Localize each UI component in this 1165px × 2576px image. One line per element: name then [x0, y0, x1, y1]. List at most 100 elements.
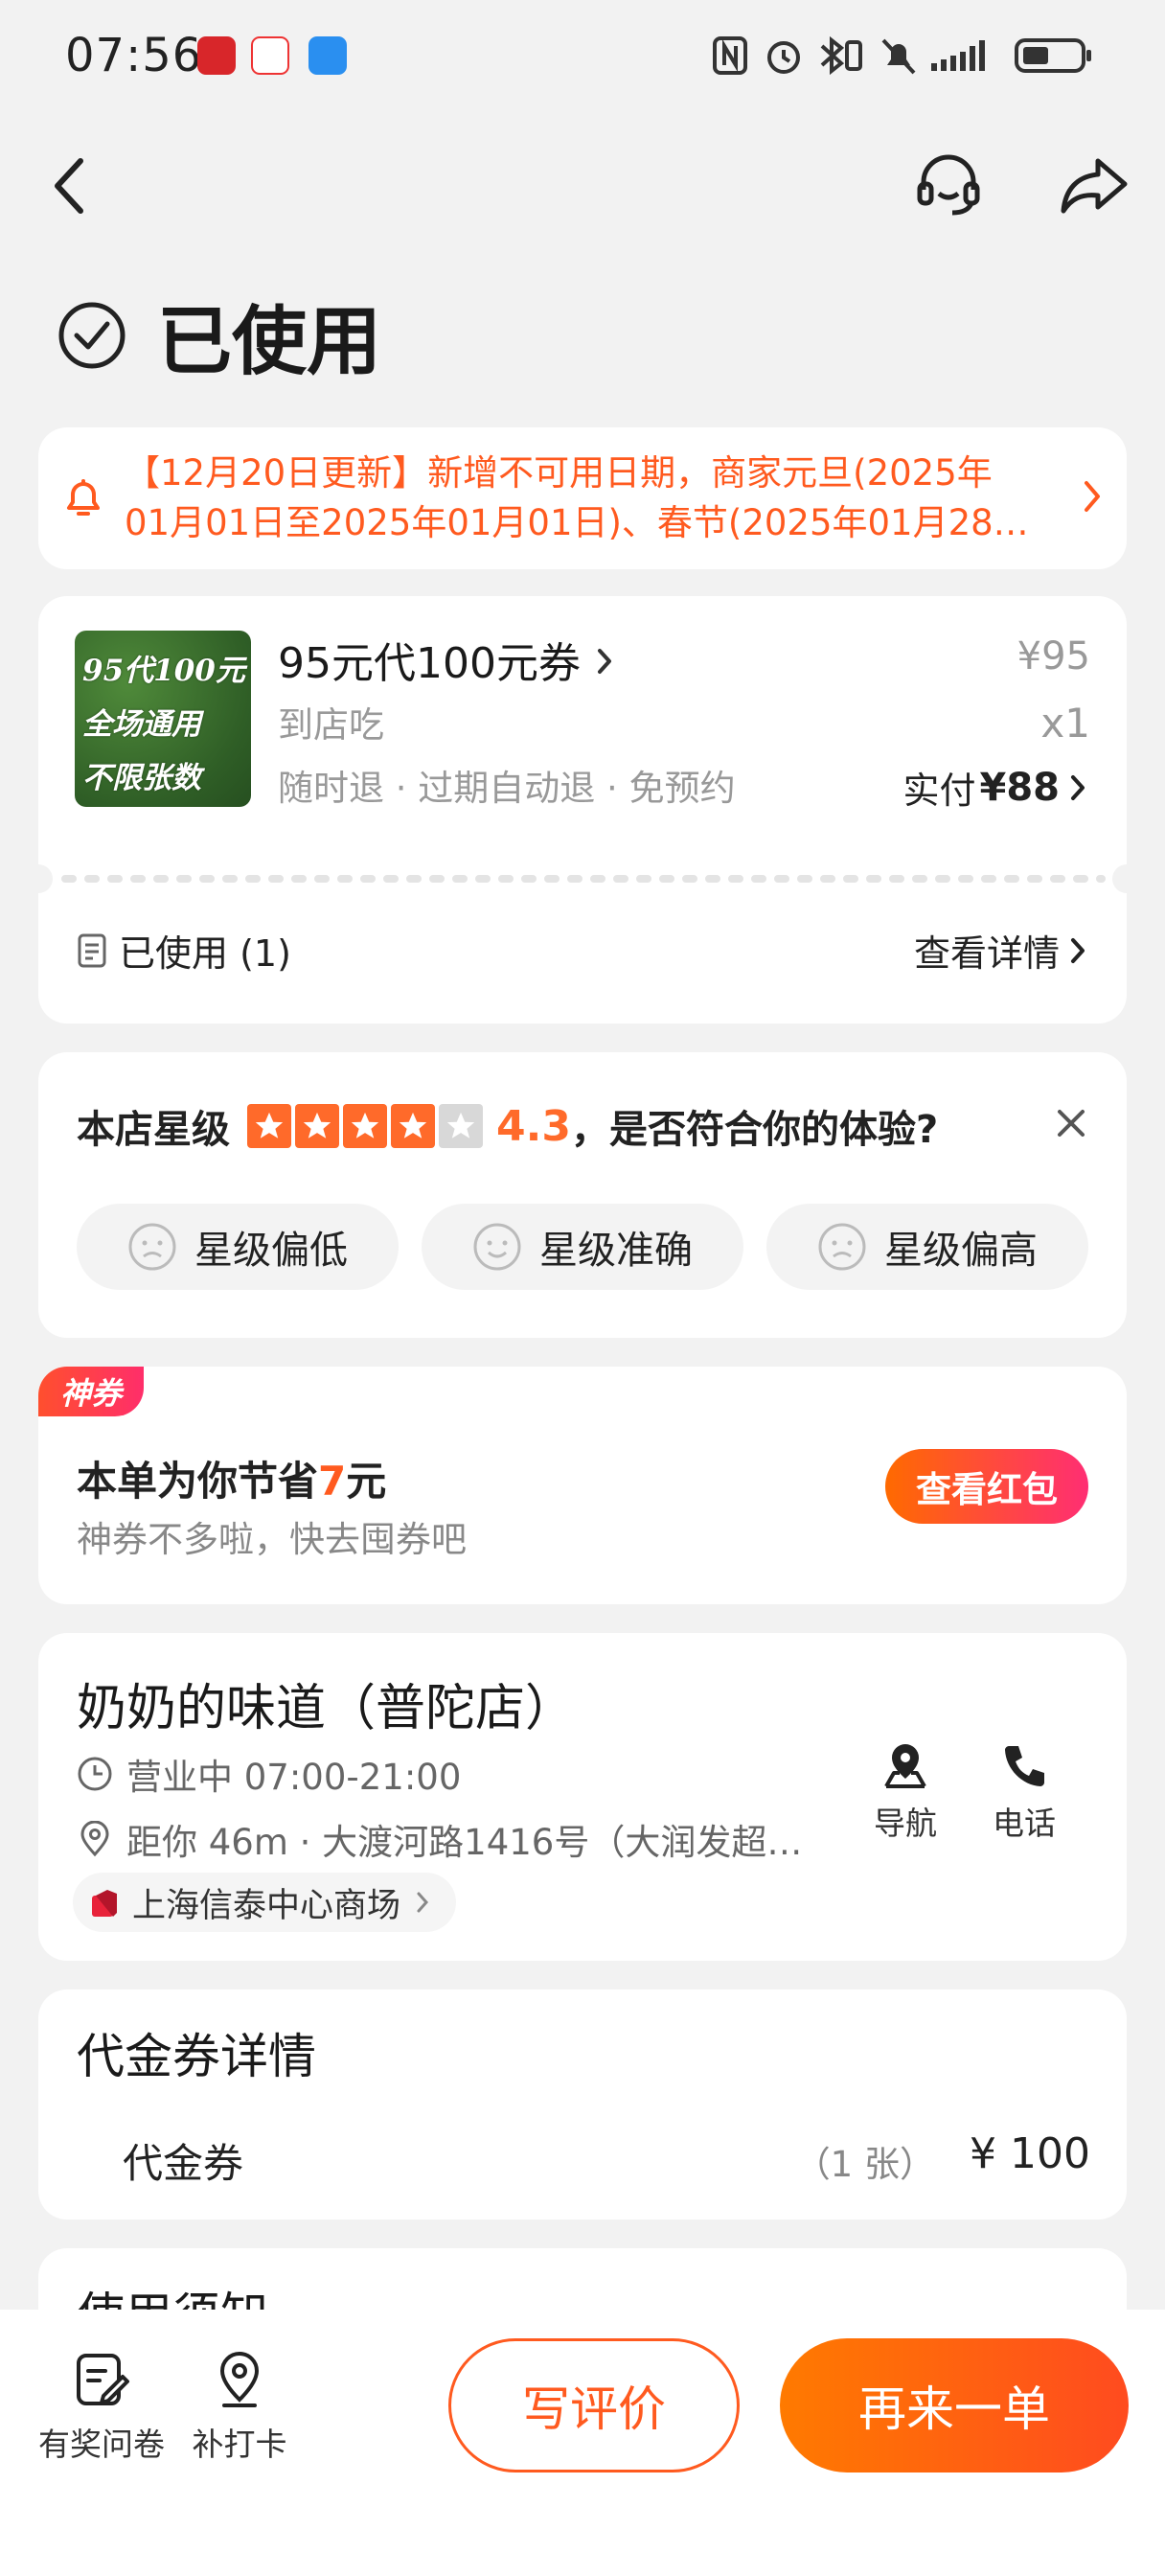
order-status-header: 已使用 [57, 288, 381, 385]
navigate-label: 导航 [874, 1805, 937, 1842]
voucher-item-name: 代金券 [123, 2140, 244, 2187]
mute-icon [881, 38, 916, 75]
call-button[interactable]: 电话 [971, 1740, 1077, 1844]
rating-accurate-button[interactable]: 星级准确 [422, 1204, 743, 1290]
used-count-label: 已使用 (1) [119, 932, 291, 975]
phone-icon [1005, 1746, 1044, 1786]
rating-too-high-label: 星级偏高 [884, 1229, 1038, 1273]
rating-too-high-button[interactable]: 星级偏高 [766, 1204, 1088, 1290]
coupon-thumbnail[interactable]: 95代100元 全场通用 不限张数 [75, 631, 251, 807]
navigate-button[interactable]: 导航 [853, 1740, 958, 1844]
bell-icon [67, 479, 100, 516]
bluetooth-icon [820, 35, 862, 76]
store-name[interactable]: 奶奶的味道（普陀店） [77, 1668, 575, 1739]
signal-icon [931, 40, 985, 71]
paid-amount-link[interactable]: 实付 ¥88 [902, 761, 1090, 814]
voucher-details-card: 代金券详情 代金券 （1 张） ¥ 100 [38, 1990, 1127, 2220]
rating-question-text: ，是否符合你的体验? [570, 1108, 939, 1152]
checkin-button[interactable]: 补打卡 [172, 2350, 307, 2465]
shopping-bag-icon [92, 1890, 117, 1917]
taobao-notification-icon [251, 36, 289, 75]
chevron-right-icon [1085, 481, 1100, 512]
rating-accurate-label: 星级准确 [539, 1229, 693, 1273]
store-hours-row: 营业中 07:00-21:00 [77, 1748, 461, 1800]
location-checkin-icon [219, 2352, 260, 2407]
status-time: 07:56 [65, 29, 203, 82]
shenquan-badge: 神券 [38, 1367, 144, 1416]
alarm-icon [767, 41, 800, 74]
view-red-packet-button[interactable]: 查看红包 [885, 1449, 1088, 1524]
paid-label: 实付 [902, 770, 976, 812]
survey-button[interactable]: 有奖问卷 [34, 2350, 169, 2465]
star-icon [343, 1104, 387, 1148]
store-rating-card: 本店星级 4.3 ，是否符合你的体验? 星级偏低 星级准确 星级偏高 [38, 1052, 1127, 1338]
voucher-details-title: 代金券详情 [77, 2029, 316, 2084]
status-bar: 07:56 [0, 0, 1165, 115]
clock-icon [78, 1757, 112, 1791]
star-rating [247, 1104, 487, 1148]
rating-too-low-button[interactable]: 星级偏低 [77, 1204, 399, 1290]
weather-notification-icon [308, 36, 347, 75]
coupon-thumbnail-text-3: 不限张数 [82, 761, 201, 795]
star-icon [247, 1104, 291, 1148]
rating-question: 本店星级 4.3 ，是否符合你的体验? [77, 1098, 938, 1154]
document-icon [78, 933, 106, 967]
gesture-bar-area [0, 2501, 1165, 2576]
star-icon [295, 1104, 339, 1148]
call-label: 电话 [993, 1805, 1056, 1842]
rating-score: 4.3 [496, 1101, 571, 1151]
paid-amount: ¥88 [979, 765, 1061, 810]
back-icon[interactable] [50, 155, 88, 217]
notice-line-2: 01月01日至2025年01月01日)、春节(2025年01月28… [125, 502, 1029, 543]
chevron-right-icon [417, 1892, 429, 1913]
view-detail-label: 查看详情 [913, 932, 1060, 975]
chevron-right-icon [1071, 774, 1085, 800]
sad-face-icon [818, 1223, 866, 1271]
voucher-item-amount: ¥ 100 [970, 2129, 1090, 2178]
savings-card: 神券 本单为你节省7元 神券不多啦，快去囤券吧 查看红包 [38, 1367, 1127, 1604]
app-notification-icon-red [197, 36, 236, 75]
mall-name: 上海信泰中心商场 [132, 1886, 401, 1925]
coupon-thumbnail-text-1: 95代100元 [82, 654, 245, 688]
store-hours: 营业中 07:00-21:00 [126, 1757, 462, 1798]
unit-price: ¥95 [1017, 634, 1090, 678]
mall-tag[interactable]: 上海信泰中心商场 [73, 1873, 457, 1932]
check-circle-icon [58, 302, 126, 369]
savings-amount: 7 [318, 1458, 347, 1505]
top-nav [0, 134, 1165, 240]
rating-too-low-label: 星级偏低 [194, 1229, 348, 1273]
page-title: 已使用 [157, 299, 382, 385]
store-card: 奶奶的味道（普陀店） 营业中 07:00-21:00 距你 46m · 大渡河路… [38, 1633, 1127, 1961]
product-type: 到店吃 [278, 704, 384, 746]
customer-service-icon[interactable] [914, 153, 983, 218]
chevron-right-icon [1071, 937, 1085, 963]
view-detail-link[interactable]: 查看详情 [914, 924, 1090, 977]
coupon-thumbnail-text-2: 全场通用 [82, 707, 201, 742]
savings-suffix: 元 [346, 1458, 387, 1505]
survey-label: 有奖问卷 [38, 2426, 165, 2463]
perforation-divider [38, 864, 1127, 893]
voucher-item-count: （1 张） [794, 2144, 935, 2185]
survey-icon [77, 2354, 129, 2405]
store-address-row[interactable]: 距你 46m · 大渡河路1416号（大润发超… [77, 1813, 881, 1865]
product-tags: 随时退 · 过期自动退 · 免预约 [278, 768, 736, 809]
rating-label: 本店星级 [77, 1108, 230, 1152]
write-review-button[interactable]: 写评价 [448, 2338, 740, 2472]
quantity: x1 [1040, 700, 1090, 747]
reorder-button[interactable]: 再来一单 [780, 2338, 1129, 2472]
nfc-icon [713, 36, 747, 75]
location-pin-icon [80, 1821, 109, 1857]
notice-line-1: 【12月20日更新】新增不可用日期，商家元旦(2025年 [125, 452, 993, 494]
star-icon [391, 1104, 435, 1148]
update-notice[interactable]: 【12月20日更新】新增不可用日期，商家元旦(2025年 01月01日至2025… [38, 427, 1127, 569]
star-empty-icon [439, 1104, 483, 1148]
product-name-link[interactable]: 95元代100元券 [278, 629, 615, 690]
savings-prefix: 本单为你节省 [77, 1458, 319, 1505]
product-name: 95元代100元券 [278, 639, 581, 688]
checkin-label: 补打卡 [192, 2426, 287, 2463]
share-icon[interactable] [1060, 155, 1129, 217]
close-icon[interactable] [1056, 1108, 1086, 1138]
used-count: 已使用 (1) [77, 924, 291, 977]
store-address: 距你 46m · 大渡河路1416号（大润发超… [126, 1822, 803, 1863]
smile-face-icon [473, 1223, 521, 1271]
